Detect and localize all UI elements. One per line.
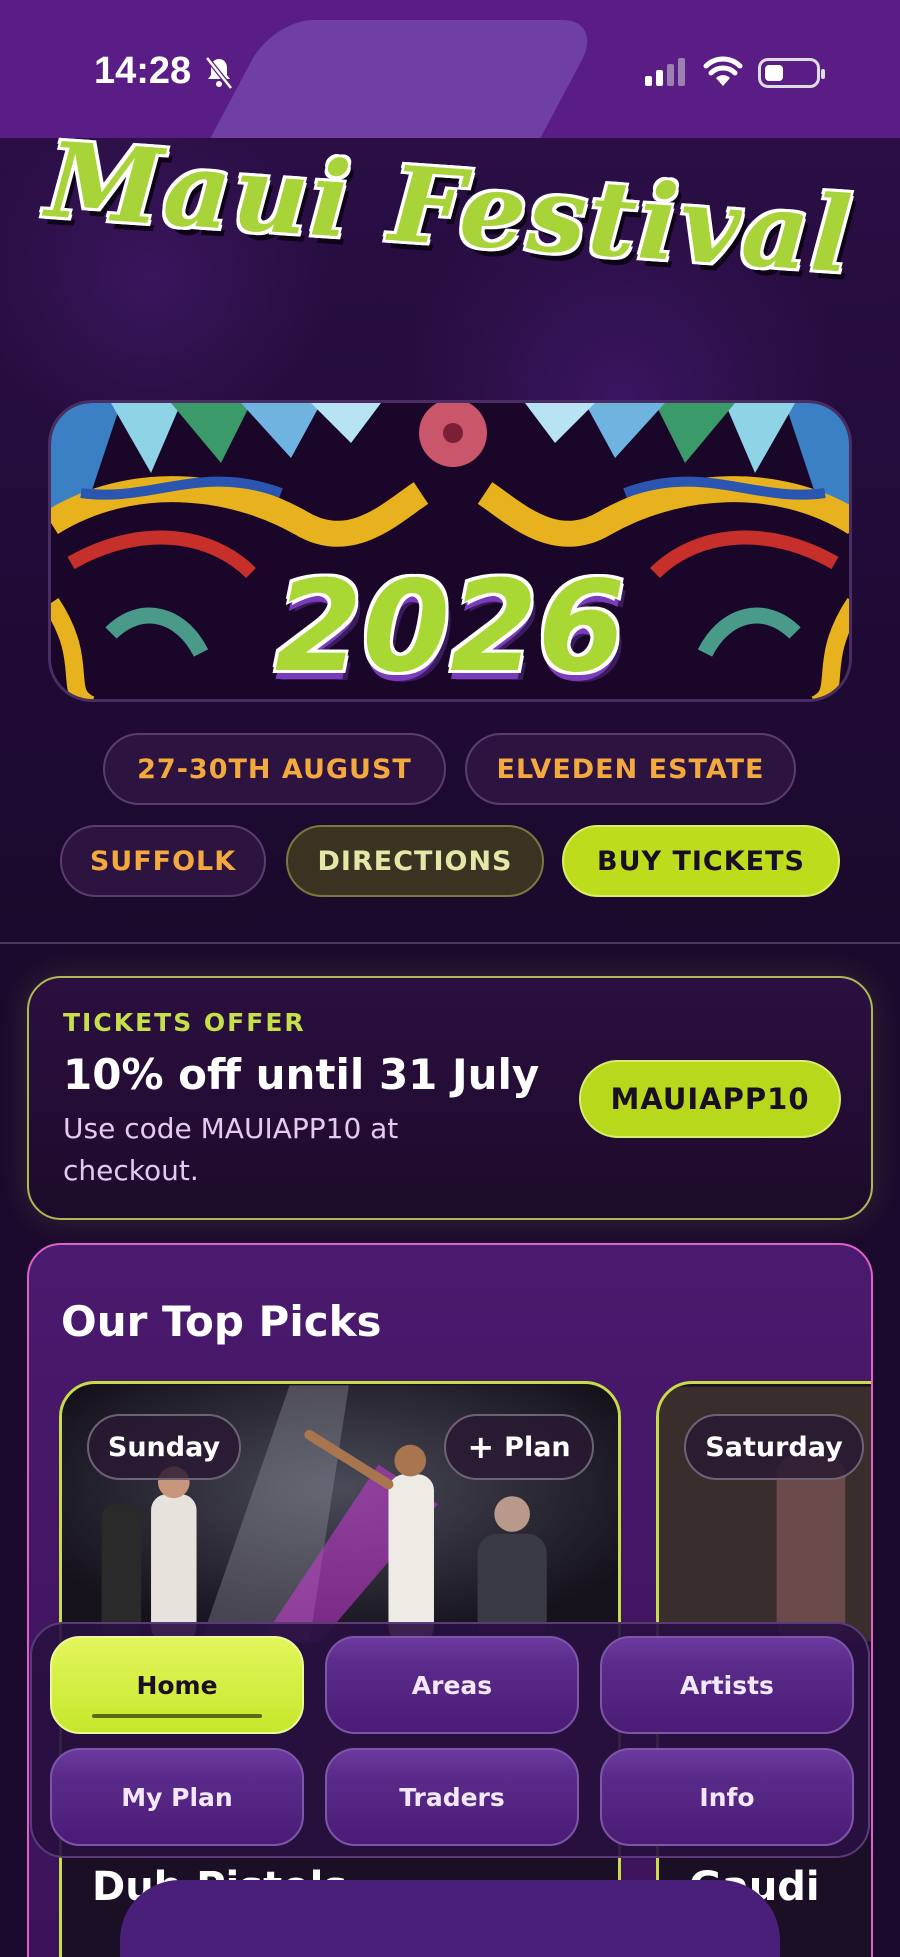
nav-traders[interactable]: Traders bbox=[325, 1748, 579, 1846]
tickets-offer-card: TICKETS OFFER 10% off until 31 July Use … bbox=[27, 976, 873, 1220]
dates-chip: 27-30TH AUGUST bbox=[103, 733, 446, 805]
cellular-signal-icon bbox=[645, 58, 685, 86]
offer-description: Use code MAUIAPP10 at checkout. bbox=[63, 1112, 399, 1187]
offer-eyebrow: TICKETS OFFER bbox=[63, 1008, 306, 1037]
day-badge: Sunday bbox=[87, 1414, 241, 1480]
bell-muted-icon bbox=[204, 56, 234, 94]
nav-artists[interactable]: Artists bbox=[600, 1636, 854, 1734]
day-badge: Saturday bbox=[684, 1414, 864, 1480]
bottom-navigation: Home Areas Artists My Plan Traders Info bbox=[30, 1622, 870, 1858]
nav-areas[interactable]: Areas bbox=[325, 1636, 579, 1734]
banner-year: 2026 bbox=[274, 553, 626, 700]
add-to-plan-button[interactable]: + Plan bbox=[444, 1414, 594, 1480]
plus-icon: + bbox=[467, 1428, 495, 1466]
venue-chip: ELVEDEN ESTATE bbox=[465, 733, 796, 805]
offer-code-button[interactable]: MAUIAPP10 bbox=[579, 1060, 841, 1138]
bottom-decoration bbox=[120, 1880, 780, 1957]
county-chip: SUFFOLK bbox=[60, 825, 266, 897]
directions-button[interactable]: DIRECTIONS bbox=[286, 825, 544, 897]
plan-label: Plan bbox=[504, 1431, 571, 1463]
section-divider bbox=[0, 942, 900, 944]
top-picks-title: Our Top Picks bbox=[61, 1297, 382, 1346]
status-time: 14:28 bbox=[94, 50, 192, 92]
nav-my-plan[interactable]: My Plan bbox=[50, 1748, 304, 1846]
battery-icon bbox=[758, 58, 825, 88]
buy-tickets-button[interactable]: BUY TICKETS bbox=[562, 825, 840, 897]
nav-info[interactable]: Info bbox=[600, 1748, 854, 1846]
day-label: Sunday bbox=[107, 1431, 221, 1463]
wifi-icon bbox=[703, 56, 743, 92]
hero-section: Maui Festival 2026 27-30TH AUGUST ELVEDE… bbox=[0, 118, 900, 943]
festival-logo: Maui Festival bbox=[42, 117, 858, 298]
day-label: Saturday bbox=[705, 1431, 843, 1463]
year-banner: 2026 bbox=[48, 400, 852, 702]
nav-home[interactable]: Home bbox=[50, 1636, 304, 1734]
status-bar: 14:28 bbox=[0, 0, 900, 138]
offer-headline: 10% off until 31 July bbox=[63, 1050, 540, 1099]
